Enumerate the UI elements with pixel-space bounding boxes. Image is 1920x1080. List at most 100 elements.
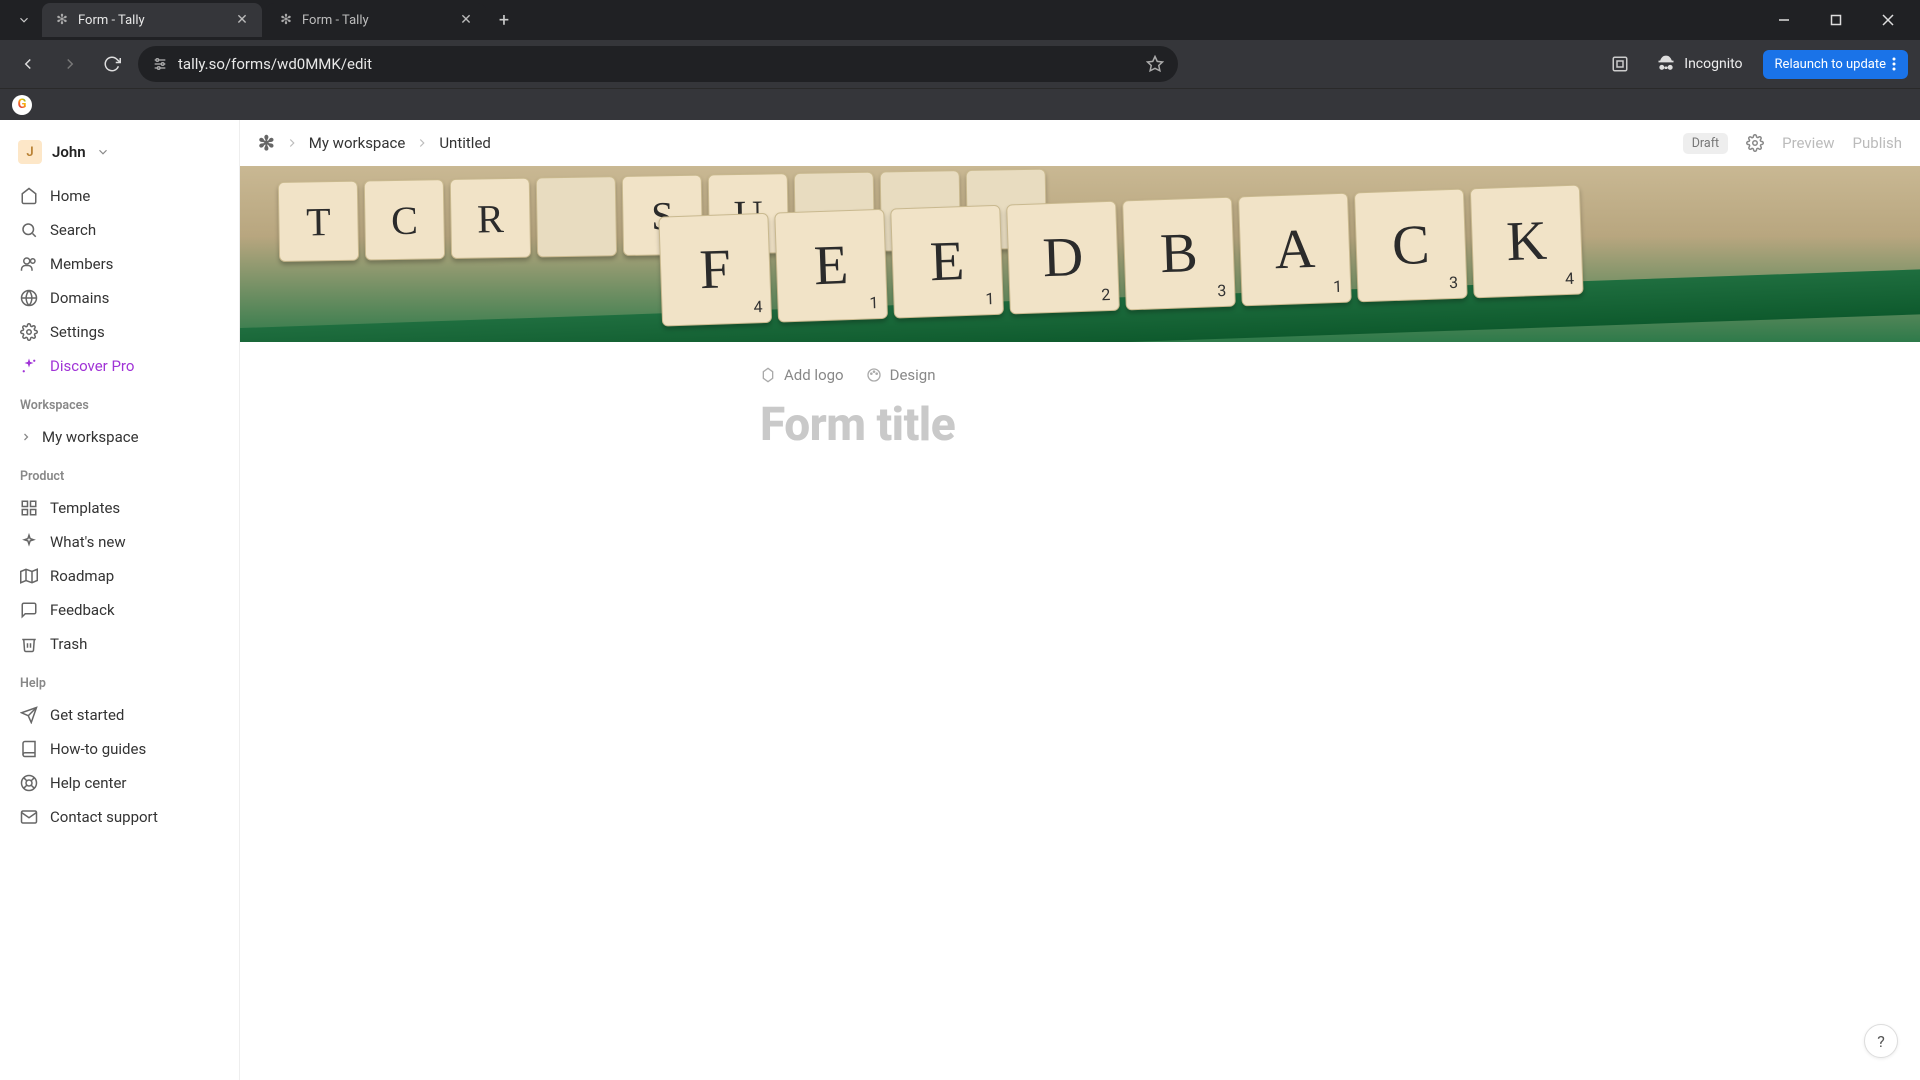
design-button[interactable]: Design bbox=[866, 366, 936, 384]
window-controls bbox=[1762, 4, 1910, 36]
site-settings-icon[interactable] bbox=[152, 56, 168, 72]
sidebar-item-search[interactable]: Search bbox=[10, 214, 229, 246]
sidebar-item-label: Roadmap bbox=[50, 567, 114, 585]
back-button[interactable] bbox=[12, 48, 44, 80]
sidebar-item-label: Domains bbox=[50, 289, 109, 307]
sparkle-icon bbox=[20, 357, 38, 375]
members-icon bbox=[20, 255, 38, 273]
sidebar-item-label: Templates bbox=[50, 499, 120, 517]
sidebar-item-label: Get started bbox=[50, 706, 124, 724]
sidebar-item-help-center[interactable]: Help center bbox=[10, 767, 229, 799]
add-logo-label: Add logo bbox=[784, 366, 844, 384]
trash-icon bbox=[20, 635, 38, 653]
user-menu[interactable]: J John bbox=[10, 134, 229, 170]
sidebar-workspace[interactable]: My workspace bbox=[10, 421, 229, 453]
relaunch-button[interactable]: Relaunch to update bbox=[1763, 50, 1908, 79]
user-name: John bbox=[52, 143, 86, 161]
sidebar-item-label: Discover Pro bbox=[50, 357, 134, 375]
design-label: Design bbox=[890, 366, 936, 384]
breadcrumb-sep-icon bbox=[415, 136, 429, 150]
close-window-button[interactable] bbox=[1866, 4, 1910, 36]
sidebar-item-label: Trash bbox=[50, 635, 87, 653]
sidebar-item-howto[interactable]: How-to guides bbox=[10, 733, 229, 765]
sparkle-icon bbox=[20, 533, 38, 551]
breadcrumb-page[interactable]: Untitled bbox=[439, 134, 491, 152]
tab-close-button[interactable]: ✕ bbox=[458, 12, 474, 28]
publish-button[interactable]: Publish bbox=[1853, 134, 1902, 152]
reload-button[interactable] bbox=[96, 48, 128, 80]
main: ✻ My workspace Untitled Draft Preview Pu… bbox=[240, 120, 1920, 1080]
sidebar-item-label: Help center bbox=[50, 774, 126, 792]
nav-bar: tally.so/forms/wd0MMK/edit Incognito Rel… bbox=[0, 40, 1920, 88]
lifebuoy-icon bbox=[20, 774, 38, 792]
bookmark-star-icon[interactable] bbox=[1146, 55, 1164, 73]
section-workspaces: Workspaces bbox=[10, 384, 229, 419]
cover-image[interactable]: TCRSU F4E1E1D2B3A1C3K4 bbox=[240, 166, 1920, 342]
sidebar-item-label: Contact support bbox=[50, 808, 158, 826]
breadcrumb-workspace[interactable]: My workspace bbox=[309, 134, 406, 152]
sidebar-item-label: Feedback bbox=[50, 601, 115, 619]
url-text: tally.so/forms/wd0MMK/edit bbox=[178, 55, 1136, 73]
avatar: J bbox=[18, 140, 42, 164]
tally-logo-icon[interactable]: ✻ bbox=[258, 131, 275, 155]
home-icon bbox=[20, 187, 38, 205]
sidebar-item-label: Home bbox=[50, 187, 90, 205]
forward-button[interactable] bbox=[54, 48, 86, 80]
section-product: Product bbox=[10, 455, 229, 490]
tab-bar: ✻ Form - Tally ✕ ✻ Form - Tally ✕ + bbox=[0, 0, 1920, 40]
sidebar-item-label: Members bbox=[50, 255, 113, 273]
sidebar-item-discover-pro[interactable]: Discover Pro bbox=[10, 350, 229, 382]
sidebar-item-domains[interactable]: Domains bbox=[10, 282, 229, 314]
book-icon bbox=[20, 740, 38, 758]
topbar: ✻ My workspace Untitled Draft Preview Pu… bbox=[240, 120, 1920, 166]
sidebar-item-label: What's new bbox=[50, 533, 126, 551]
tab-favicon-icon: ✻ bbox=[278, 12, 294, 28]
minimize-button[interactable] bbox=[1762, 4, 1806, 36]
browser-tab[interactable]: ✻ Form - Tally ✕ bbox=[266, 3, 486, 37]
more-icon bbox=[1892, 57, 1896, 71]
preview-button[interactable]: Preview bbox=[1782, 134, 1834, 152]
sidebar-item-label: Search bbox=[50, 221, 96, 239]
maximize-button[interactable] bbox=[1814, 4, 1858, 36]
help-fab-button[interactable]: ? bbox=[1864, 1024, 1898, 1058]
sidebar-item-label: How-to guides bbox=[50, 740, 146, 758]
add-logo-button[interactable]: Add logo bbox=[760, 366, 844, 384]
sidebar-item-settings[interactable]: Settings bbox=[10, 316, 229, 348]
workspace-name: My workspace bbox=[42, 428, 139, 446]
chevron-down-icon bbox=[96, 145, 110, 159]
sidebar: J John Home Search Members Domains Setti… bbox=[0, 120, 240, 1080]
incognito-indicator[interactable]: Incognito bbox=[1646, 50, 1752, 78]
sidebar-item-get-started[interactable]: Get started bbox=[10, 699, 229, 731]
mail-icon bbox=[20, 808, 38, 826]
google-bookmark[interactable]: G bbox=[12, 95, 32, 115]
sidebar-item-templates[interactable]: Templates bbox=[10, 492, 229, 524]
tab-title: Form - Tally bbox=[78, 13, 226, 28]
sidebar-item-members[interactable]: Members bbox=[10, 248, 229, 280]
sidebar-item-home[interactable]: Home bbox=[10, 180, 229, 212]
send-icon bbox=[20, 706, 38, 724]
url-bar[interactable]: tally.so/forms/wd0MMK/edit bbox=[138, 46, 1178, 82]
section-help: Help bbox=[10, 662, 229, 697]
new-tab-button[interactable]: + bbox=[490, 6, 518, 34]
sidebar-item-contact[interactable]: Contact support bbox=[10, 801, 229, 833]
relaunch-label: Relaunch to update bbox=[1775, 57, 1886, 72]
tab-close-button[interactable]: ✕ bbox=[234, 12, 250, 28]
logo-icon bbox=[760, 367, 776, 383]
templates-icon bbox=[20, 499, 38, 517]
sidebar-item-feedback[interactable]: Feedback bbox=[10, 594, 229, 626]
tab-search-button[interactable] bbox=[10, 6, 38, 34]
form-title-input[interactable] bbox=[760, 398, 1460, 452]
map-icon bbox=[20, 567, 38, 585]
sidebar-item-roadmap[interactable]: Roadmap bbox=[10, 560, 229, 592]
sidebar-item-whats-new[interactable]: What's new bbox=[10, 526, 229, 558]
extensions-button[interactable] bbox=[1604, 48, 1636, 80]
tab-favicon-icon: ✻ bbox=[54, 12, 70, 28]
chevron-right-icon bbox=[20, 431, 32, 443]
tab-title: Form - Tally bbox=[302, 13, 450, 28]
form-editor: Add logo Design bbox=[760, 342, 1920, 452]
incognito-icon bbox=[1656, 54, 1676, 74]
form-settings-button[interactable] bbox=[1746, 134, 1764, 152]
browser-tab-active[interactable]: ✻ Form - Tally ✕ bbox=[42, 3, 262, 37]
status-badge-draft: Draft bbox=[1683, 133, 1728, 154]
sidebar-item-trash[interactable]: Trash bbox=[10, 628, 229, 660]
